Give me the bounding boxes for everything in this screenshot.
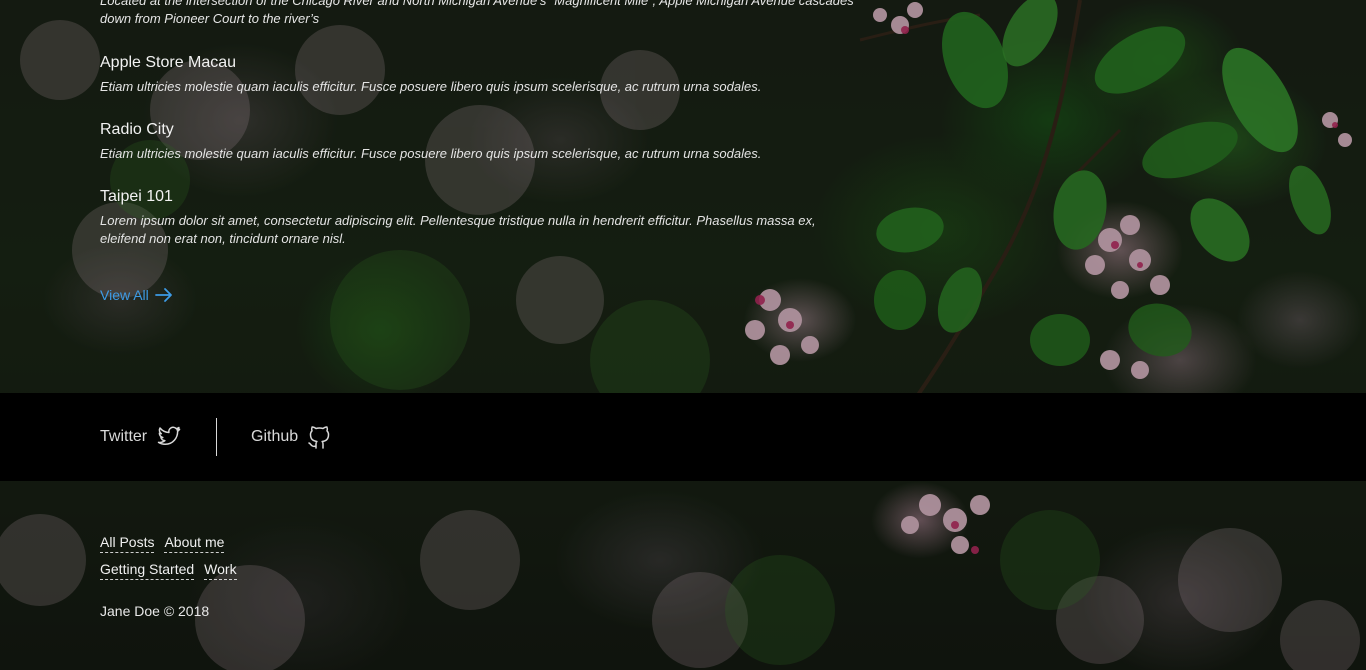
twitter-link[interactable]: Twitter [100,393,181,481]
post-description: Etiam ultricies molestie quam iaculis ef… [100,79,762,94]
twitter-label: Twitter [100,428,148,445]
footer-link-all-posts[interactable]: All Posts [100,532,155,553]
github-link[interactable]: Github [251,393,330,481]
post-description: Lorem ipsum dolor sit amet, consectetur … [100,213,816,246]
page: Located at the intersection of the Chica… [0,0,1366,670]
view-all-label: View All [100,287,149,303]
github-icon [308,425,330,449]
post-title[interactable]: Taipei 101 [100,186,860,208]
arrow-right-icon [154,287,173,303]
footer-link-work[interactable]: Work [204,559,237,580]
footer-link-getting-started[interactable]: Getting Started [100,559,195,580]
footer-link-about-me[interactable]: About me [164,532,225,553]
github-label: Github [251,428,299,445]
post-item: Taipei 101 Lorem ipsum dolor sit amet, c… [100,186,860,248]
twitter-icon [157,426,181,448]
post-item: Radio City Etiam ultricies molestie quam… [100,119,860,163]
social-divider [216,418,217,456]
post-description: Located at the intersection of the Chica… [100,0,854,26]
social-bar: Twitter Github [0,393,1366,481]
view-all-link[interactable]: View All [100,285,173,305]
footer-nav-row: Getting Started Work [100,559,237,580]
footer-nav-row: All Posts About me [100,532,237,553]
post-description: Etiam ultricies molestie quam iaculis ef… [100,146,762,161]
post-title[interactable]: Radio City [100,119,860,141]
copyright: Jane Doe © 2018 [100,603,210,619]
post-title[interactable]: Apple Store Macau [100,52,860,74]
post-item: Apple Store Macau Etiam ultricies molest… [100,52,860,96]
footer-nav: All Posts About me Getting Started Work [100,532,237,586]
